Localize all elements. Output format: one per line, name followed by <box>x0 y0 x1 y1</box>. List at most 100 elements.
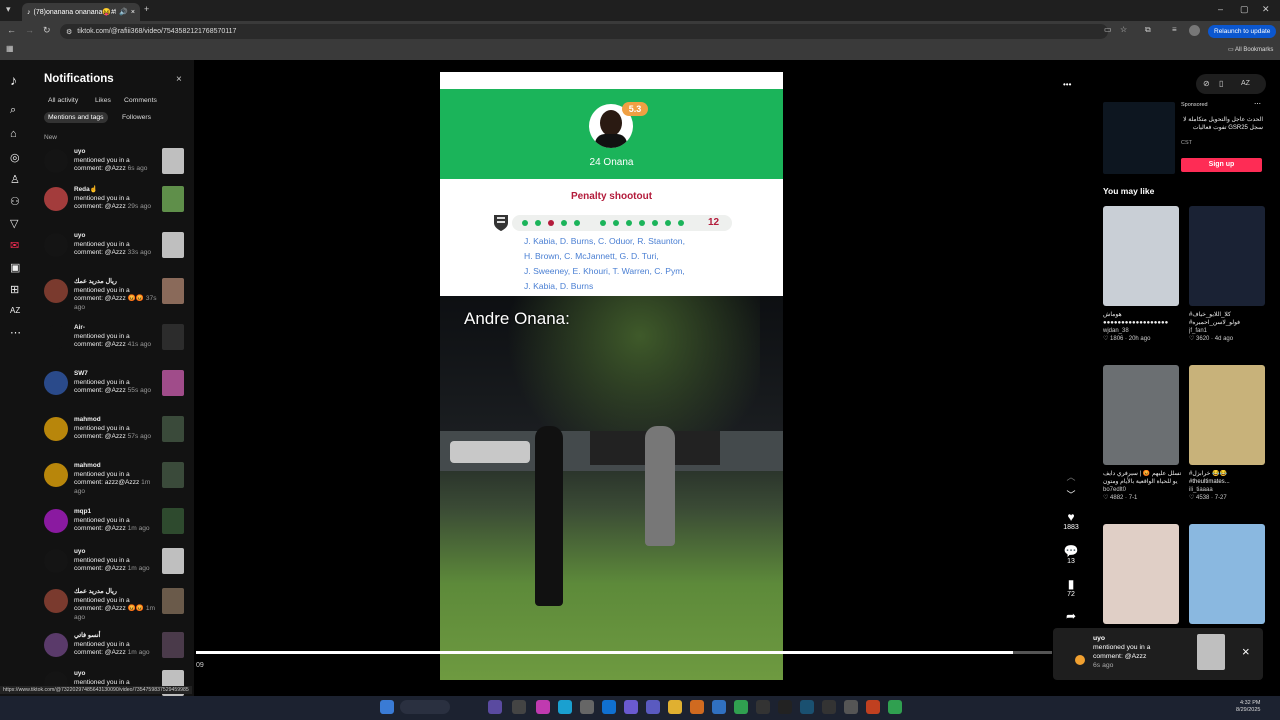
rec-user[interactable]: ili_tiaaaa <box>1189 486 1267 494</box>
explore-icon[interactable]: ◎ <box>10 151 20 164</box>
avatar[interactable] <box>44 371 68 395</box>
video-thumbnail[interactable] <box>162 232 184 258</box>
messages-icon[interactable]: ✉ <box>10 239 19 252</box>
avatar[interactable] <box>44 279 68 303</box>
maximize-icon[interactable]: ▢ <box>1240 5 1249 14</box>
rec-user[interactable]: wjdan_38 <box>1103 327 1181 335</box>
extensions-icon[interactable]: ⧉ <box>1145 26 1151 34</box>
avatar[interactable] <box>44 633 68 657</box>
rec-user[interactable]: jf_fan1 <box>1189 327 1267 335</box>
taskbar-app-icon[interactable] <box>580 700 594 714</box>
taskbar-search[interactable] <box>400 700 450 714</box>
video-thumbnail[interactable] <box>162 508 184 534</box>
notification-user[interactable]: uyo <box>74 232 158 241</box>
notification-user[interactable]: ريال مدريد عمك <box>74 278 158 287</box>
notification-user[interactable]: uyo <box>74 670 158 679</box>
recommended-video-caption[interactable]: تسلل عليهم 😡 | سيرفري دايف يو للحياة الوا… <box>1103 470 1181 502</box>
video-thumbnail[interactable] <box>162 148 184 174</box>
taskbar-app-icon[interactable] <box>488 700 502 714</box>
minimize-icon[interactable]: – <box>1218 5 1223 14</box>
avatar[interactable] <box>44 233 68 257</box>
save-button[interactable]: ▮ 72 <box>1060 577 1082 598</box>
comment-button[interactable]: 💬 13 <box>1060 544 1082 565</box>
notification-user[interactable]: mahmod <box>74 416 158 425</box>
video-thumbnail[interactable] <box>162 324 184 350</box>
close-notifications-icon[interactable]: × <box>176 74 182 85</box>
tab-mentions-and-tags[interactable]: Mentions and tags <box>44 112 108 123</box>
upload-icon[interactable]: ⊞ <box>10 283 19 296</box>
notification-item[interactable]: uyo mentioned you in a comment: @Azzz 33s… <box>36 230 194 276</box>
taskbar-chrome-icon[interactable] <box>734 700 748 714</box>
recommended-video-thumbnail[interactable] <box>1189 365 1265 465</box>
media-controls-icon[interactable]: ≡ <box>1172 26 1177 34</box>
tab-comments[interactable]: Comments <box>120 95 161 106</box>
site-info-icon[interactable]: ⚙ <box>66 28 72 36</box>
video-thumbnail[interactable] <box>162 186 184 212</box>
ad-more-icon[interactable]: ⋯ <box>1254 100 1261 108</box>
notification-user[interactable]: mahmod <box>74 462 158 471</box>
recommended-video-caption[interactable]: هوماش ●●●●●●●●●●●●●●●●●● wjdan_38 ♡ 1806 · … <box>1103 311 1181 343</box>
recommended-video-thumbnail[interactable] <box>1189 524 1265 624</box>
notification-user[interactable]: uyo <box>74 148 158 157</box>
taskbar-app-icon[interactable] <box>822 700 836 714</box>
taskbar-app-icon[interactable] <box>888 700 902 714</box>
video-thumbnail[interactable] <box>162 548 184 574</box>
notification-user[interactable]: Reda☝️ <box>74 186 158 195</box>
video-progress-fill[interactable] <box>196 651 1014 654</box>
profile-icon[interactable]: AZ <box>10 306 20 315</box>
tab-all-activity[interactable]: All activity <box>44 95 82 106</box>
pip-icon[interactable]: ⊘ <box>1203 80 1210 88</box>
video-thumbnail[interactable] <box>162 632 184 658</box>
tab-likes[interactable]: Likes <box>91 95 115 106</box>
ad-thumbnail[interactable] <box>1103 102 1175 174</box>
notification-user[interactable]: أنسو فاتي <box>74 632 158 641</box>
apps-grid-icon[interactable]: ▦ <box>6 45 14 53</box>
notification-item[interactable]: mahmod mentioned you in a comment: @Azzz … <box>36 414 194 460</box>
video-more-button[interactable]: ••• <box>1063 80 1071 89</box>
avatar[interactable] <box>44 325 68 349</box>
following-icon[interactable]: ♙ <box>10 173 20 186</box>
avatar[interactable] <box>44 417 68 441</box>
taskbar-app-icon[interactable] <box>800 700 814 714</box>
notification-item[interactable]: Reda☝️ mentioned you in a comment: @Azzz … <box>36 184 194 230</box>
address-bar[interactable]: ⚙ tiktok.com/@rafiii368/video/7543582121… <box>60 24 1108 39</box>
scroll-up-icon[interactable]: ︿ <box>1060 470 1082 483</box>
bookmark-star-icon[interactable]: ☆ <box>1120 26 1127 34</box>
taskbar-app-icon[interactable] <box>844 700 858 714</box>
video-thumbnail[interactable] <box>162 278 184 304</box>
new-tab-button[interactable]: + <box>144 5 149 14</box>
more-menu-icon[interactable]: ⋯ <box>10 326 21 339</box>
start-icon[interactable] <box>380 700 394 714</box>
taskbar-app-icon[interactable] <box>756 700 770 714</box>
notification-item[interactable]: SW7 mentioned you in a comment: @Azzz 55s… <box>36 368 194 414</box>
video-thumbnail[interactable] <box>162 588 184 614</box>
tab-search-icon[interactable]: ▾ <box>6 5 11 14</box>
video-thumbnail[interactable] <box>162 462 184 488</box>
live-icon[interactable]: ▣ <box>10 261 20 274</box>
browser-tab[interactable]: ♪ (78)onanana onanana😝#f 🔊 × <box>22 3 140 21</box>
video-thumbnail[interactable] <box>162 370 184 396</box>
notification-user[interactable]: uyo <box>74 548 158 557</box>
avatar[interactable] <box>44 589 68 613</box>
recommended-video-caption[interactable]: #خرابزل 😂😂 #theultimates... ili_tiaaaa ♡ 45… <box>1189 470 1267 502</box>
notification-item[interactable]: ريال مدريد عمك mentioned you in a comment… <box>36 586 194 632</box>
avatar[interactable] <box>44 463 68 487</box>
home-icon[interactable]: ⌂ <box>10 128 17 140</box>
notification-user[interactable]: Air- <box>74 324 158 333</box>
avatar[interactable] <box>44 149 68 173</box>
avatar[interactable] <box>44 509 68 533</box>
taskbar-app-icon[interactable] <box>536 700 550 714</box>
device-icon[interactable]: ▯ <box>1219 80 1223 88</box>
taskbar-app-icon[interactable] <box>602 700 616 714</box>
share-button[interactable]: ➦ <box>1060 609 1082 623</box>
taskbar-app-icon[interactable] <box>778 700 792 714</box>
taskbar-app-icon[interactable] <box>646 700 660 714</box>
toast-close-icon[interactable]: × <box>1242 644 1250 659</box>
taskbar-app-icon[interactable] <box>512 700 526 714</box>
notification-item[interactable]: Air-mentioned you in a comment: @Azzz 41… <box>36 322 194 368</box>
tab-audio-icon[interactable]: 🔊 <box>119 8 128 16</box>
activity-icon[interactable]: ▽ <box>10 217 18 230</box>
reload-icon[interactable]: ↻ <box>43 26 51 35</box>
tiktok-logo-icon[interactable]: ♪ <box>10 72 17 88</box>
recommended-video-thumbnail[interactable] <box>1189 206 1265 306</box>
